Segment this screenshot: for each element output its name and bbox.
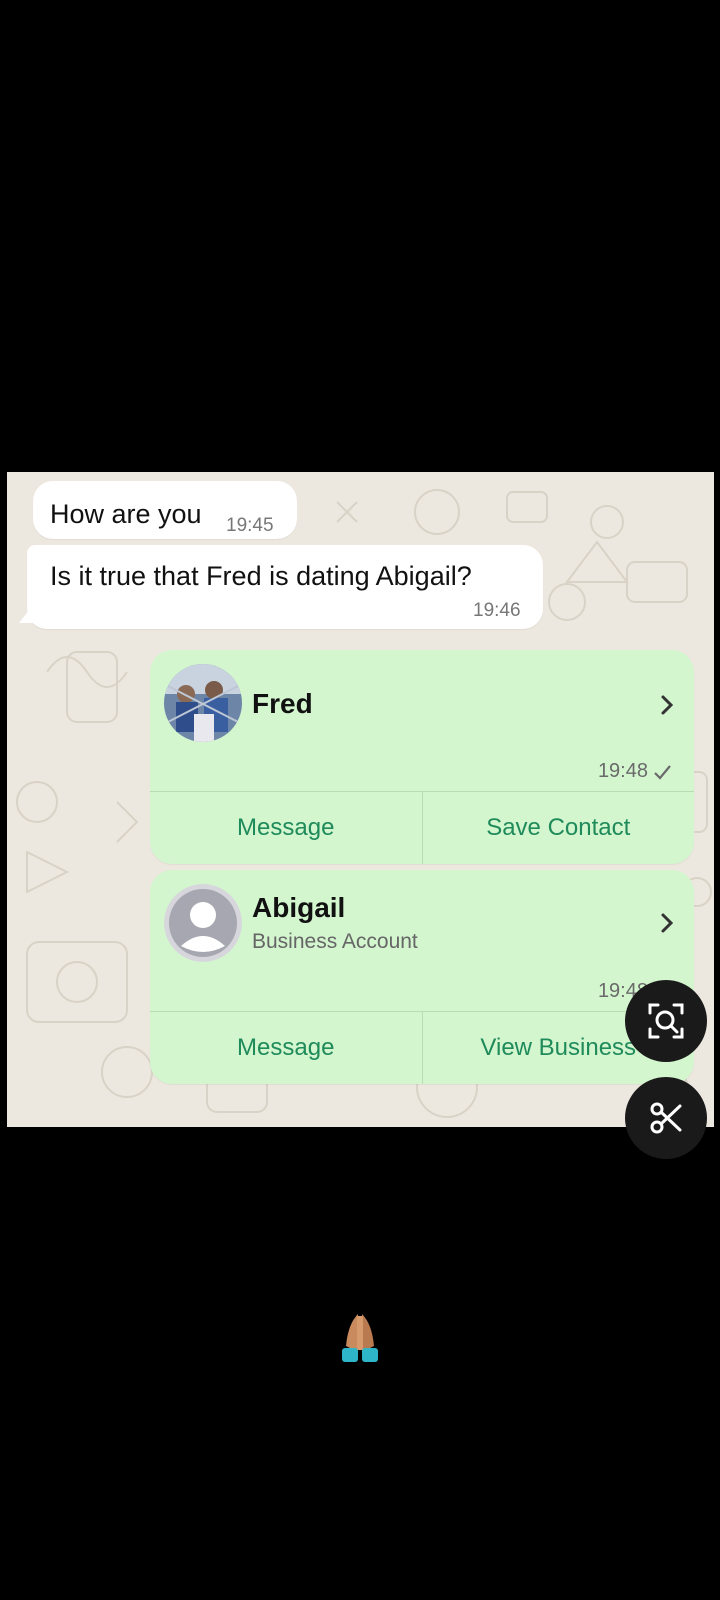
chat-screenshot: How are you 19:45 Is it true that Fred i…: [7, 472, 714, 1127]
contact-card-abigail[interactable]: Abigail Business Account 19:48 Message V…: [150, 870, 694, 1084]
lens-search-icon: [648, 1003, 684, 1039]
message-text: Is it true that Fred is dating Abigail?: [50, 561, 472, 591]
card-timestamp: 19:48: [598, 760, 672, 783]
card-actions: Message View Business: [150, 1011, 694, 1084]
lens-search-button[interactable]: [625, 980, 707, 1062]
incoming-message[interactable]: How are you 19:45: [33, 481, 297, 539]
contact-name: Abigail: [252, 892, 346, 923]
message-button[interactable]: Message: [150, 1012, 422, 1084]
save-contact-button[interactable]: Save Contact: [421, 792, 695, 864]
message-text: How are you: [50, 499, 202, 529]
message-time: 19:46: [473, 600, 521, 621]
chevron-right-icon[interactable]: [652, 908, 682, 938]
default-avatar: [164, 884, 242, 962]
check-icon: [654, 764, 671, 780]
contact-name: Fred: [252, 688, 313, 719]
bubble-tail: [19, 605, 33, 623]
contact-card-fred[interactable]: Fred 19:48 Message Save Contact: [150, 650, 694, 864]
message-time: 19:45: [226, 515, 274, 536]
message-button[interactable]: Message: [150, 792, 422, 864]
chevron-right-icon[interactable]: [652, 690, 682, 720]
card-actions: Message Save Contact: [150, 791, 694, 864]
scissors-icon: [650, 1102, 682, 1134]
contact-subtitle: Business Account: [252, 930, 418, 953]
incoming-message[interactable]: Is it true that Fred is dating Abigail? …: [19, 545, 543, 629]
screenshot-edit-button[interactable]: [625, 1077, 707, 1159]
contact-photo: [164, 664, 242, 742]
folded-hands-emoji: [342, 1314, 378, 1362]
